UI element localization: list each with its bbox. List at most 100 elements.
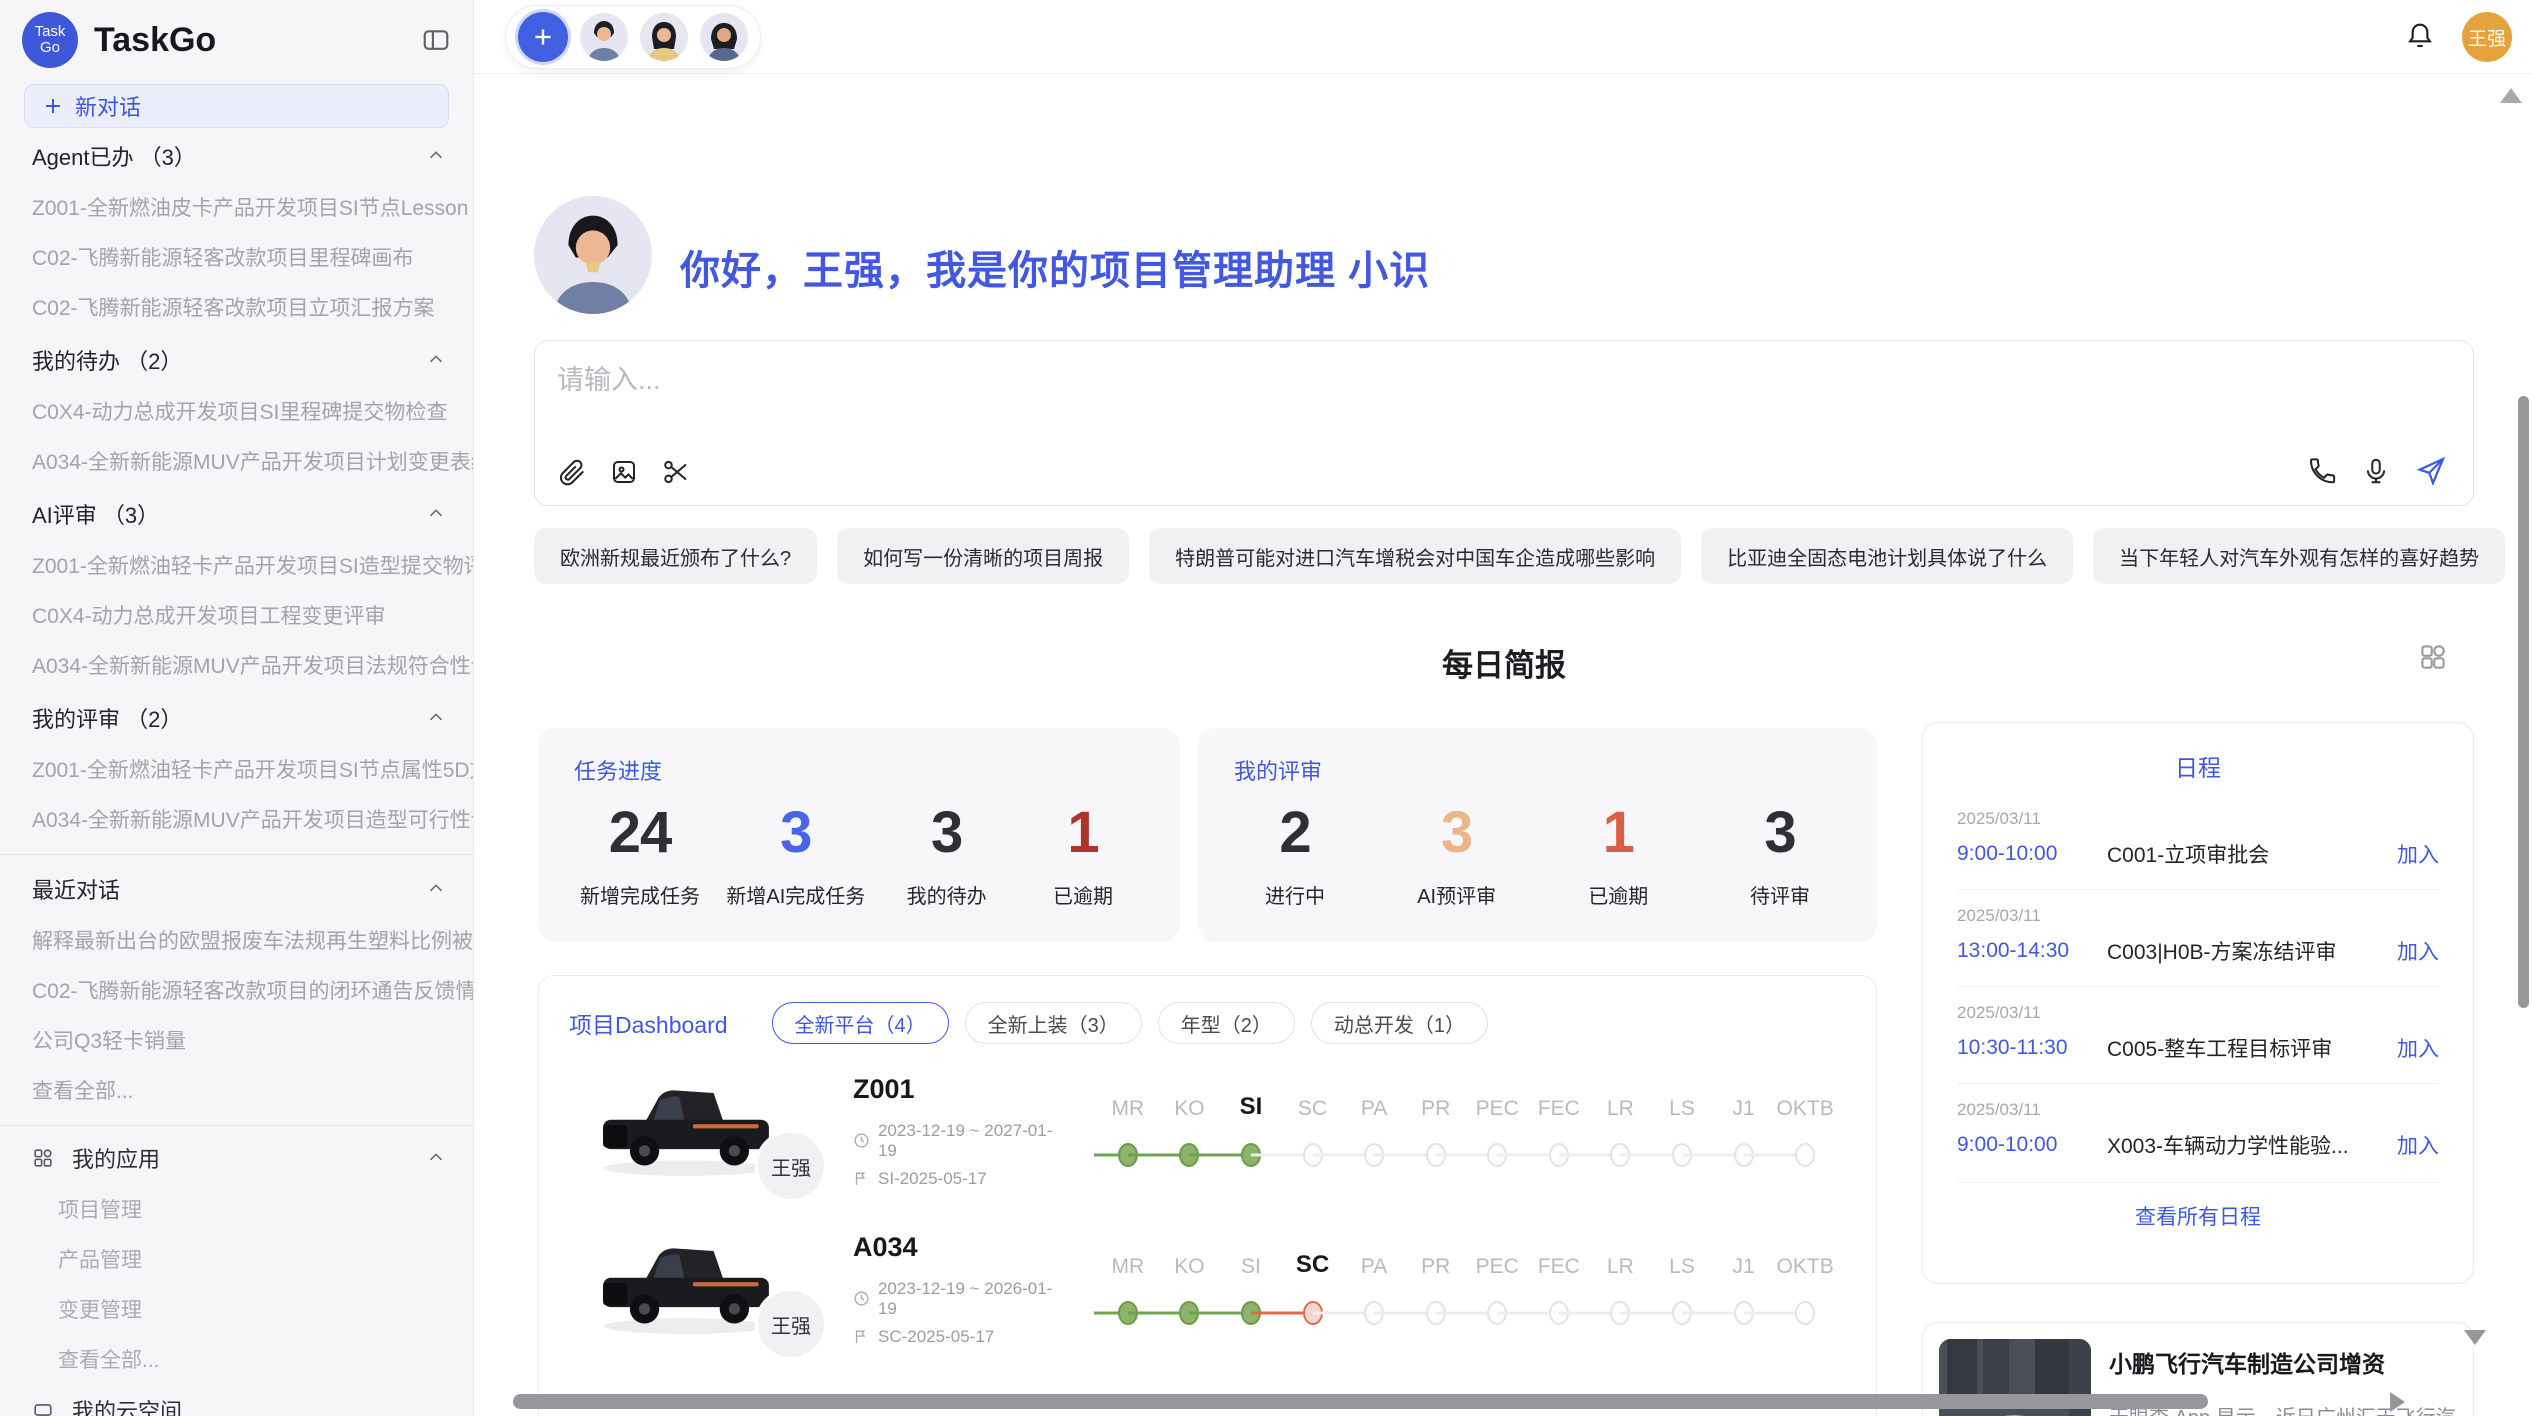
schedule-entry: 2025/03/11 9:00-10:00 C001-立项审批会 加入 [1957, 793, 2439, 889]
microphone-icon[interactable] [2361, 456, 2391, 486]
suggestion-chip[interactable]: 当下年轻人对汽车外观有怎样的喜好趋势 [2093, 528, 2505, 584]
chevron-up-icon[interactable] [425, 878, 447, 900]
stat-cell: 3新增AI完成任务 [726, 804, 865, 909]
stat-cell: 3待评审 [1725, 804, 1835, 909]
suggestion-chip[interactable]: 特朗普可能对进口汽车增税会对中国车企造成哪些影响 [1149, 528, 1681, 584]
dashboard-filter-chip[interactable]: 全新上装（3） [965, 1002, 1142, 1044]
sidebar-item[interactable]: Z001-全新燃油轻卡产品开发项目SI造型提交物评审 [0, 540, 473, 590]
divider [0, 854, 473, 855]
join-link[interactable]: 加入 [2397, 839, 2439, 869]
milestone: LS [1651, 1251, 1713, 1327]
stat-label: 新增完成任务 [580, 880, 700, 909]
scroll-down-arrow[interactable] [2464, 1330, 2486, 1345]
sidebar-item[interactable]: 查看全部... [0, 1065, 473, 1115]
stat-label: 我的待办 [907, 880, 987, 909]
sidebar-section-header[interactable]: 我的待办 （2） [0, 332, 473, 386]
milestone: KO [1159, 1093, 1221, 1169]
app-logo: Task Go [22, 12, 78, 68]
chevron-up-icon[interactable] [425, 145, 447, 167]
dashboard-title: 项目Dashboard [569, 1006, 728, 1040]
sidebar-item[interactable]: 解释最新出台的欧盟报废车法规再生塑料比例被调至15%... [0, 915, 473, 965]
milestone-label: PA [1361, 1093, 1387, 1121]
sidebar-item[interactable]: Z001-全新燃油轻卡产品开发项目SI节点属性5D文件评审 [0, 744, 473, 794]
news-title: 小鹏飞行汽车制造公司增资 [2109, 1345, 2457, 1379]
sidebar-item-cloud-space[interactable]: 我的云空间 [0, 1384, 473, 1416]
sidebar-section-items: Z001-全新燃油轻卡产品开发项目SI造型提交物评审C0X4-动力总成开发项目工… [0, 540, 473, 690]
quick-contacts-pill [505, 5, 761, 69]
sidebar-item[interactable]: Z001-全新燃油皮卡产品开发项目SI节点Lesson Learn报告 [0, 182, 473, 232]
chevron-up-icon[interactable] [425, 349, 447, 371]
sidebar-section: Agent已办 （3） Z001-全新燃油皮卡产品开发项目SI节点Lesson … [0, 128, 473, 332]
view-all-schedule-link[interactable]: 查看所有日程 [1957, 1182, 2439, 1231]
milestone: J1 [1713, 1251, 1775, 1327]
project-owner-avatar: 王强 [755, 1130, 827, 1202]
clock-icon [853, 1132, 870, 1149]
chevron-up-icon[interactable] [425, 503, 447, 525]
milestone-label: J1 [1732, 1093, 1754, 1121]
layout-grid-icon[interactable] [2418, 642, 2448, 672]
chat-input[interactable] [557, 365, 1957, 396]
sidebar-section-header[interactable]: 最近对话 [0, 861, 473, 915]
chevron-up-icon[interactable] [425, 707, 447, 729]
vertical-scrollbar[interactable] [2518, 396, 2529, 1008]
user-avatar[interactable]: 王强 [2462, 12, 2512, 62]
project-flag-date: SI-2025-05-17 [853, 1169, 1071, 1189]
project-row[interactable]: 王强 A034 2023-12-19 ~ 2026-01-19 SC-2025-… [539, 1210, 1876, 1368]
chevron-up-icon[interactable] [425, 1147, 447, 1169]
dashboard-filter-chip[interactable]: 动总开发（1） [1311, 1002, 1488, 1044]
sidebar-item[interactable]: A034-全新新能源MUV产品开发项目法规符合性评审 [0, 640, 473, 690]
send-icon[interactable] [2415, 455, 2447, 487]
join-link[interactable]: 加入 [2397, 1033, 2439, 1063]
milestone: LS [1651, 1093, 1713, 1169]
contact-avatar[interactable] [640, 13, 688, 61]
dashboard-filter-chip[interactable]: 全新平台（4） [772, 1002, 949, 1044]
sidebar-item[interactable]: C02-飞腾新能源轻客改款项目的闭环通告反馈情况 [0, 965, 473, 1015]
contact-avatar[interactable] [700, 13, 748, 61]
suggestion-chip[interactable]: 欧洲新规最近颁布了什么? [534, 528, 817, 584]
notification-bell-icon[interactable] [2404, 20, 2436, 52]
sidebar-item[interactable]: C0X4-动力总成开发项目工程变更评审 [0, 590, 473, 640]
new-chat-button[interactable]: 新对话 [24, 84, 449, 128]
sidebar-item[interactable]: C02-飞腾新能源轻客改款项目立项汇报方案 [0, 282, 473, 332]
sidebar-section-header[interactable]: AI评审 （3） [0, 486, 473, 540]
scissors-icon[interactable] [661, 457, 691, 487]
attachment-icon[interactable] [557, 457, 587, 487]
image-icon[interactable] [609, 457, 639, 487]
project-code: A034 [853, 1232, 1071, 1263]
contact-avatar[interactable] [580, 13, 628, 61]
sidebar-item[interactable]: C02-飞腾新能源轻客改款项目里程碑画布 [0, 232, 473, 282]
join-link[interactable]: 加入 [2397, 936, 2439, 966]
horizontal-scrollbar[interactable] [513, 1394, 2208, 1409]
sidebar-item[interactable]: 公司Q3轻卡销量 [0, 1015, 473, 1065]
sidebar-item[interactable]: A034-全新新能源MUV产品开发项目计划变更表编写 [0, 436, 473, 486]
sidebar-item-my-apps[interactable]: 我的应用 [0, 1132, 473, 1184]
dashboard-filters: 全新平台（4） 全新上装（3） 年型（2） 动总开发（1） [772, 1002, 1489, 1044]
add-contact-button[interactable] [518, 12, 568, 62]
sidebar-section-items: 解释最新出台的欧盟报废车法规再生塑料比例被调至15%...C02-飞腾新能源轻客… [0, 915, 473, 1115]
sidebar-section-header[interactable]: Agent已办 （3） [0, 128, 473, 182]
sidebar-collapse-icon[interactable] [421, 25, 451, 55]
schedule-title: C003|H0B-方案冻结评审 [2107, 936, 2397, 966]
dashboard-filter-chip[interactable]: 年型（2） [1158, 1002, 1295, 1044]
milestone: PR [1405, 1093, 1467, 1169]
suggestion-chip[interactable]: 比亚迪全固态电池计划具体说了什么 [1701, 528, 2073, 584]
phone-icon[interactable] [2307, 456, 2337, 486]
suggestion-chip[interactable]: 如何写一份清晰的项目周报 [837, 528, 1129, 584]
sidebar-item[interactable]: A034-全新新能源MUV产品开发项目造型可行性评审 [0, 794, 473, 844]
sidebar-section-header[interactable]: 我的评审 （2） [0, 690, 473, 744]
stat-label: 待评审 [1750, 880, 1810, 909]
project-owner-avatar: 王强 [755, 1288, 827, 1360]
stat-cell: 2进行中 [1240, 804, 1350, 909]
my-apps-subitem[interactable]: 项目管理 [0, 1184, 473, 1234]
flag-icon [853, 1170, 870, 1187]
my-apps-subitem[interactable]: 产品管理 [0, 1234, 473, 1284]
scroll-right-arrow[interactable] [2390, 1392, 2405, 1412]
project-row[interactable]: 王强 Z001 2023-12-19 ~ 2027-01-19 SI-2025-… [539, 1052, 1876, 1210]
my-apps-subitem[interactable]: 查看全部... [0, 1334, 473, 1384]
milestone-node [1795, 1301, 1815, 1325]
schedule-title: X003-车辆动力学性能验... [2107, 1130, 2397, 1160]
join-link[interactable]: 加入 [2397, 1130, 2439, 1160]
scroll-up-arrow[interactable] [2500, 88, 2522, 103]
sidebar-item[interactable]: C0X4-动力总成开发项目SI里程碑提交物检查 [0, 386, 473, 436]
my-apps-subitem[interactable]: 变更管理 [0, 1284, 473, 1334]
